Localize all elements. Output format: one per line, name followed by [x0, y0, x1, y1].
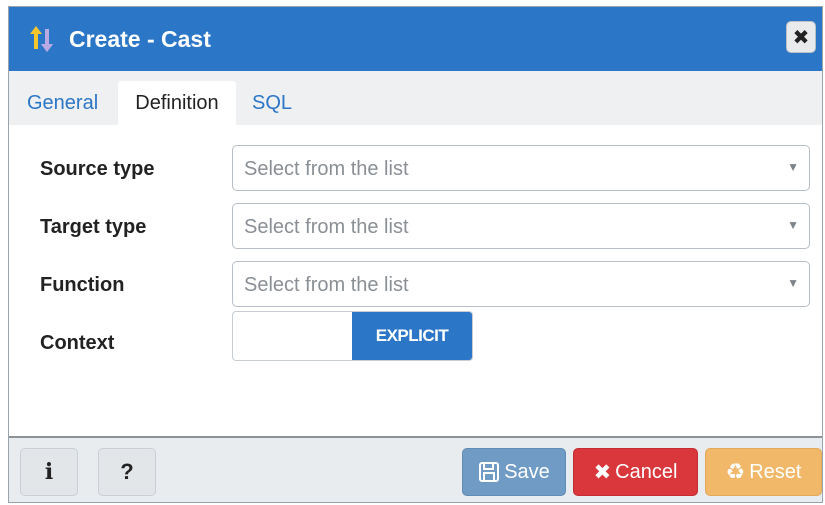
- tab-sql[interactable]: SQL: [242, 81, 302, 125]
- help-icon: ?: [120, 459, 134, 484]
- chevron-down-icon: ▼: [787, 218, 799, 232]
- save-icon: [478, 461, 500, 483]
- definition-form: Source type Select from the list ▼ Targe…: [9, 125, 822, 437]
- reset-button[interactable]: ♻ Reset: [705, 448, 822, 496]
- function-select[interactable]: Select from the list ▼: [232, 261, 810, 307]
- save-label: Save: [504, 460, 550, 483]
- source-type-label: Source type: [40, 158, 155, 180]
- info-icon: i: [44, 459, 54, 485]
- close-button[interactable]: ✖: [786, 21, 816, 53]
- target-type-placeholder: Select from the list: [244, 216, 409, 238]
- chevron-down-icon: ▼: [787, 160, 799, 174]
- tab-general[interactable]: General: [17, 81, 108, 125]
- tab-bar: General Definition SQL: [9, 71, 822, 125]
- source-type-placeholder: Select from the list: [244, 158, 409, 180]
- chevron-down-icon: ▼: [787, 276, 799, 290]
- reset-label: Reset: [749, 460, 802, 483]
- save-button[interactable]: Save: [462, 448, 566, 496]
- dialog-titlebar: Create - Cast ✖: [9, 7, 822, 71]
- dialog-title: Create - Cast: [69, 26, 211, 52]
- context-toggle[interactable]: EXPLICIT: [232, 311, 473, 361]
- create-cast-dialog: Create - Cast ✖ General Definition SQL S…: [8, 6, 823, 503]
- dialog-footer: i ? Save ✖ Cancel ♻ Reset: [9, 436, 822, 502]
- function-label: Function: [40, 274, 125, 296]
- cancel-button[interactable]: ✖ Cancel: [573, 448, 698, 496]
- source-type-select[interactable]: Select from the list ▼: [232, 145, 810, 191]
- info-button[interactable]: i: [20, 448, 78, 496]
- context-toggle-value: EXPLICIT: [352, 312, 472, 360]
- help-button[interactable]: ?: [98, 448, 156, 496]
- context-label: Context: [40, 332, 115, 354]
- function-placeholder: Select from the list: [244, 274, 409, 296]
- target-type-select[interactable]: Select from the list ▼: [232, 203, 810, 249]
- recycle-icon: ♻: [725, 459, 746, 484]
- tab-definition[interactable]: Definition: [118, 81, 236, 125]
- target-type-label: Target type: [40, 216, 147, 238]
- close-icon: ✖: [792, 26, 810, 49]
- cast-icon: [27, 23, 57, 55]
- close-icon: ✖: [593, 460, 612, 484]
- cancel-label: Cancel: [615, 460, 678, 483]
